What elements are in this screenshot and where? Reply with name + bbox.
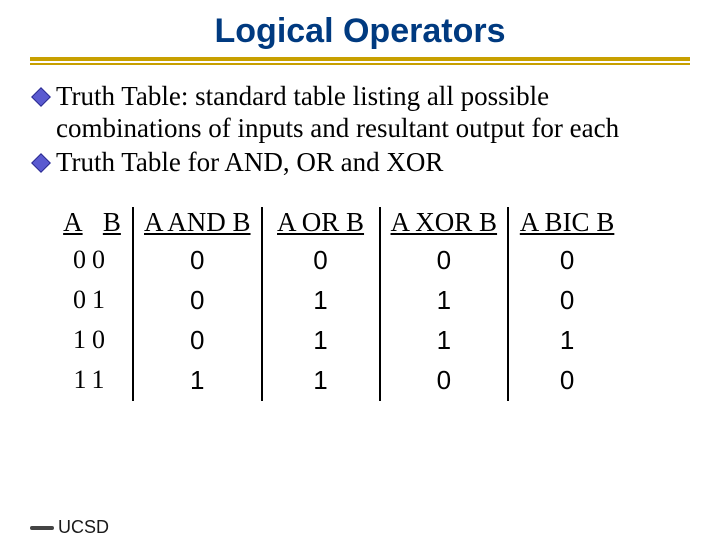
body-text: Truth Table: standard table listing all …: [34, 81, 686, 179]
col-header-xor: A XOR B: [385, 207, 504, 240]
table-cell: 1: [313, 320, 327, 360]
table-divider: [132, 207, 134, 401]
table-cell: 1: [313, 360, 327, 400]
col-header-and: A AND B: [138, 207, 257, 240]
table-cell: 0: [437, 240, 451, 280]
table-cell: 0: [190, 280, 204, 320]
table-cell: 0: [560, 360, 574, 400]
bullet-text: Truth Table: standard table listing all …: [56, 81, 619, 143]
table-row: 10: [73, 320, 111, 360]
col-header-or: A OR B: [271, 207, 370, 240]
truth-table: A B 00 01 10 11 A AND B 0 0 0 1 A OR B 0…: [56, 207, 720, 401]
table-divider: [507, 207, 509, 401]
diamond-icon: [31, 87, 51, 107]
table-row: 11: [73, 360, 110, 400]
table-cell: 1: [437, 320, 451, 360]
table-cell: 0: [560, 280, 574, 320]
table-divider: [261, 207, 263, 401]
bullet-item: Truth Table for AND, OR and XOR: [34, 147, 686, 179]
table-cell: 1: [437, 280, 451, 320]
bullet-text: Truth Table for AND, OR and XOR: [56, 147, 443, 177]
diamond-icon: [31, 153, 51, 173]
table-cell: 1: [190, 360, 204, 400]
title-rule: [30, 57, 690, 65]
col-header-b: B: [103, 207, 121, 237]
table-row: 01: [73, 280, 111, 320]
table-row: 00: [73, 240, 111, 280]
table-input-col: A B 00 01 10 11: [56, 207, 128, 401]
col-header-bic: A BIC B: [514, 207, 621, 240]
table-cell: 0: [560, 240, 574, 280]
slide-title: Logical Operators: [0, 12, 720, 51]
table-cell: 0: [190, 320, 204, 360]
bullet-item: Truth Table: standard table listing all …: [34, 81, 686, 145]
footer-logo: UCSD: [30, 517, 109, 538]
table-divider: [379, 207, 381, 401]
table-cell: 1: [560, 320, 574, 360]
table-bic-col: A BIC B 0 0 1 0: [513, 207, 621, 401]
table-cell: 0: [190, 240, 204, 280]
table-cell: 0: [313, 240, 327, 280]
table-or-col: A OR B 0 1 1 1: [267, 207, 375, 401]
table-xor-col: A XOR B 0 1 1 0: [385, 207, 504, 401]
col-header-a: A: [63, 207, 83, 237]
logo-icon: [30, 526, 54, 530]
table-and-col: A AND B 0 0 0 1: [138, 207, 257, 401]
footer-text: UCSD: [58, 517, 109, 538]
table-cell: 0: [437, 360, 451, 400]
table-cell: 1: [313, 280, 327, 320]
